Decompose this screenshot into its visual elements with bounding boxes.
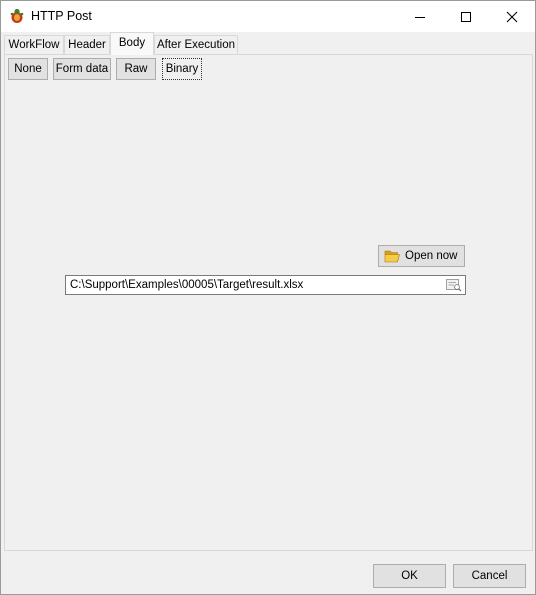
app-bug-icon [10, 8, 24, 23]
tab-body[interactable]: Body [110, 32, 154, 55]
minimize-icon [415, 16, 425, 18]
mode-none-button[interactable]: None [8, 58, 48, 80]
http-post-dialog: HTTP Post WorkFlow Header Body After Exe… [0, 0, 536, 595]
tab-strip: WorkFlow Header Body After Execution [4, 32, 534, 55]
tab-workflow[interactable]: WorkFlow [4, 35, 64, 54]
window-title: HTTP Post [31, 9, 92, 23]
tab-header[interactable]: Header [64, 35, 110, 54]
file-path-value: C:\Support\Examples\00005\Target\result.… [70, 279, 304, 291]
close-icon [506, 11, 518, 22]
mode-raw-button[interactable]: Raw [116, 58, 156, 80]
title-bar[interactable]: HTTP Post [1, 1, 535, 32]
open-folder-icon [384, 250, 400, 263]
cancel-button[interactable]: Cancel [453, 564, 526, 588]
open-now-label: Open now [405, 250, 458, 262]
maximize-button[interactable] [443, 1, 489, 32]
mode-binary-button[interactable]: Binary [162, 58, 202, 80]
minimize-button[interactable] [397, 1, 443, 32]
close-button[interactable] [489, 1, 535, 32]
maximize-icon [461, 11, 471, 22]
ok-button[interactable]: OK [373, 564, 446, 588]
tab-after-execution[interactable]: After Execution [154, 35, 238, 54]
body-tab-panel: None Form data Raw Binary Open now C:\Su… [4, 54, 533, 551]
open-now-button[interactable]: Open now [378, 245, 465, 267]
mode-form-data-button[interactable]: Form data [53, 58, 111, 80]
file-path-field[interactable]: C:\Support\Examples\00005\Target\result.… [65, 275, 466, 295]
browse-file-icon[interactable] [446, 278, 462, 292]
